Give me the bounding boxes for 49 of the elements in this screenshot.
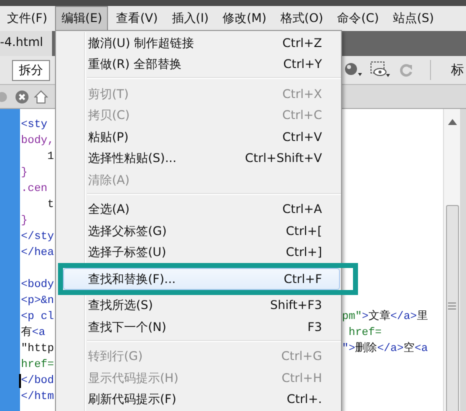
home-icon[interactable]	[34, 90, 48, 104]
code-text: </htm	[21, 390, 54, 405]
code-text: </hea	[21, 246, 54, 261]
scrollbar-thumb[interactable]	[446, 205, 458, 411]
menu-item[interactable]: 撤消(U) 制作超链接 Ctrl+Z	[56, 32, 341, 54]
document-tab[interactable]: -4.html	[0, 31, 52, 56]
code-text: <body	[21, 278, 54, 293]
preview-icon[interactable]	[370, 61, 392, 79]
code-text: </sty	[21, 230, 54, 245]
menu-item[interactable]: 重做(R) 全部替换 Ctrl+Y	[56, 54, 341, 75]
code-text: </bod	[21, 374, 54, 389]
code-text: 1	[46, 150, 54, 165]
code-text: <sty	[21, 118, 48, 133]
code-text: ">删除</a>空<a	[342, 341, 428, 357]
split-button[interactable]: 拆分	[12, 60, 50, 80]
menu-item[interactable]: 文件(F)	[1, 6, 54, 31]
menu-item[interactable]: 查找下一个(N) F3	[56, 316, 341, 338]
code-text: <p cl	[21, 310, 54, 325]
menu-item[interactable]: 命令(C)	[331, 6, 385, 31]
menu-item[interactable]: 查找和替换(F)... Ctrl+F	[63, 268, 340, 290]
code-text: }	[21, 166, 28, 181]
code-text: body,	[21, 134, 54, 149]
menu-item[interactable]: 选择性粘贴(S)... Ctrl+Shift+V	[56, 148, 341, 169]
globe-icon[interactable]	[344, 62, 364, 78]
code-text: }	[21, 214, 28, 229]
menu-item[interactable]: 选择父标签(G) Ctrl+[	[56, 220, 341, 242]
code-text: href=	[21, 358, 54, 373]
code-text: pm">文章</a>里	[342, 309, 428, 325]
title-label: 标	[451, 62, 464, 79]
grip-icon	[448, 302, 456, 310]
code-text: 有<a	[21, 325, 46, 341]
code-text: .cen	[21, 182, 48, 197]
menu-item[interactable]: 全选(A) Ctrl+A	[56, 198, 341, 220]
code-text: t	[46, 198, 54, 213]
menu-item[interactable]: 站点(S)	[386, 6, 440, 31]
menu-item[interactable]: 编辑(E)	[55, 6, 108, 31]
menu-item[interactable]: 插入(I)	[166, 6, 215, 31]
menu-item[interactable]: 选择子标签(U) Ctrl+]	[56, 242, 341, 263]
menu-item[interactable]: 格式(O)	[274, 6, 330, 31]
menu-item[interactable]: 粘贴(P) Ctrl+V	[56, 126, 341, 148]
menu-item[interactable]: 修改(M)	[216, 6, 272, 31]
menu-item[interactable]: 查看(V)	[110, 6, 164, 31]
code-text: <p>&n	[21, 294, 54, 309]
menu-item[interactable]: 查找所选(S) Shift+F3	[56, 294, 341, 316]
scroll-up-icon[interactable]	[448, 119, 456, 125]
stop-icon[interactable]	[15, 90, 29, 104]
code-text: href=	[348, 326, 382, 341]
code-text: "http	[21, 342, 54, 357]
menu-item[interactable]: 刷新代码提示(F) Ctrl+.	[56, 388, 341, 410]
